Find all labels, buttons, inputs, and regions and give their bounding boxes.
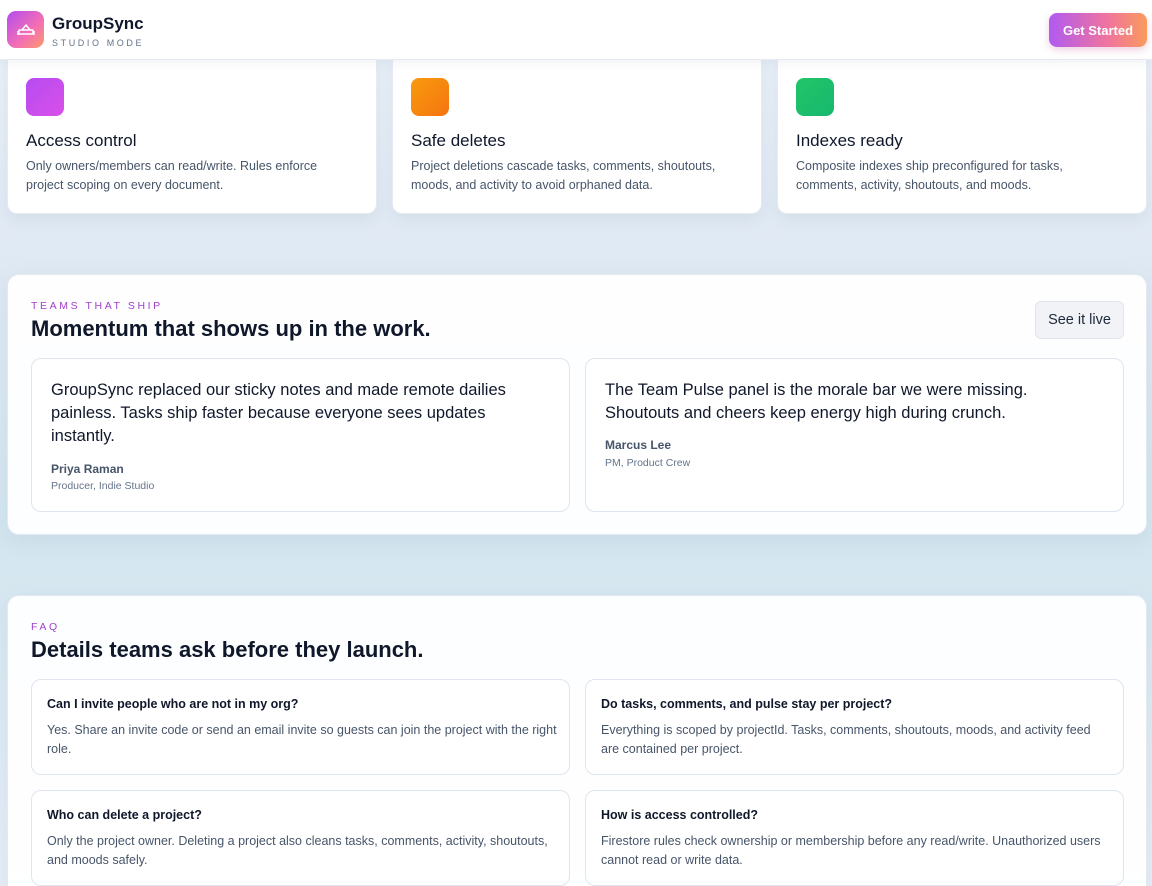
faq-question: How is access controlled? <box>601 808 758 822</box>
feature-title: Safe deletes <box>411 131 506 150</box>
testimonials-section: TEAMS THAT SHIP Momentum that shows up i… <box>7 274 1147 535</box>
faq-item[interactable]: How is access controlled? Firestore rule… <box>585 790 1124 886</box>
section-eyebrow: TEAMS THAT SHIP <box>31 300 163 312</box>
testimonial-quote: GroupSync replaced our sticky notes and … <box>51 381 506 445</box>
feature-description: Only owners/members can read/write. Rule… <box>26 159 318 192</box>
feature-icon-purple <box>26 78 64 116</box>
testimonial-card: GroupSync replaced our sticky notes and … <box>31 358 570 512</box>
feature-description: Project deletions cascade tasks, comment… <box>411 159 716 192</box>
faq-answer: Only the project owner. Deleting a proje… <box>47 834 548 867</box>
brand-mode-label: STUDIO MODE <box>52 38 145 48</box>
testimonial-role: PM, Product Crew <box>605 457 691 469</box>
brand-logo[interactable] <box>7 11 44 48</box>
testimonial-card: The Team Pulse panel is the morale bar w… <box>585 358 1124 512</box>
faq-answer: Firestore rules check ownership or membe… <box>601 834 1101 867</box>
sofa-icon <box>16 23 35 35</box>
section-title: Details teams ask before they launch. <box>31 637 424 662</box>
section-eyebrow: FAQ <box>31 621 60 633</box>
feature-description: Composite indexes ship preconfigured for… <box>796 159 1063 192</box>
section-title: Momentum that shows up in the work. <box>31 316 431 341</box>
feature-icon-green <box>796 78 834 116</box>
faq-answer: Everything is scoped by projectId. Tasks… <box>601 723 1091 756</box>
faq-section: FAQ Details teams ask before they launch… <box>7 595 1147 886</box>
faq-item[interactable]: Can I invite people who are not in my or… <box>31 679 570 775</box>
faq-item[interactable]: Do tasks, comments, and pulse stay per p… <box>585 679 1124 775</box>
faq-question: Do tasks, comments, and pulse stay per p… <box>601 697 893 711</box>
feature-icon-orange <box>411 78 449 116</box>
feature-title: Indexes ready <box>796 131 903 150</box>
testimonial-author: Marcus Lee <box>605 438 672 452</box>
top-header: GroupSync STUDIO MODE Get Started <box>0 0 1152 60</box>
see-it-live-button[interactable]: See it live <box>1035 301 1124 339</box>
feature-card-indexes-ready: Indexes ready Composite indexes ship pre… <box>777 48 1147 214</box>
testimonial-role: Producer, Indie Studio <box>51 480 155 492</box>
feature-card-access-control: Access control Only owners/members can r… <box>7 48 377 214</box>
feature-card-safe-deletes: Safe deletes Project deletions cascade t… <box>392 48 762 214</box>
testimonial-quote: The Team Pulse panel is the morale bar w… <box>605 381 1028 422</box>
feature-title: Access control <box>26 131 137 150</box>
testimonial-author: Priya Raman <box>51 462 124 476</box>
faq-question: Can I invite people who are not in my or… <box>47 697 299 711</box>
get-started-button[interactable]: Get Started <box>1049 13 1147 47</box>
faq-item[interactable]: Who can delete a project? Only the proje… <box>31 790 570 886</box>
faq-answer: Yes. Share an invite code or send an ema… <box>47 723 557 756</box>
faq-question: Who can delete a project? <box>47 808 202 822</box>
brand-name[interactable]: GroupSync <box>52 14 144 34</box>
